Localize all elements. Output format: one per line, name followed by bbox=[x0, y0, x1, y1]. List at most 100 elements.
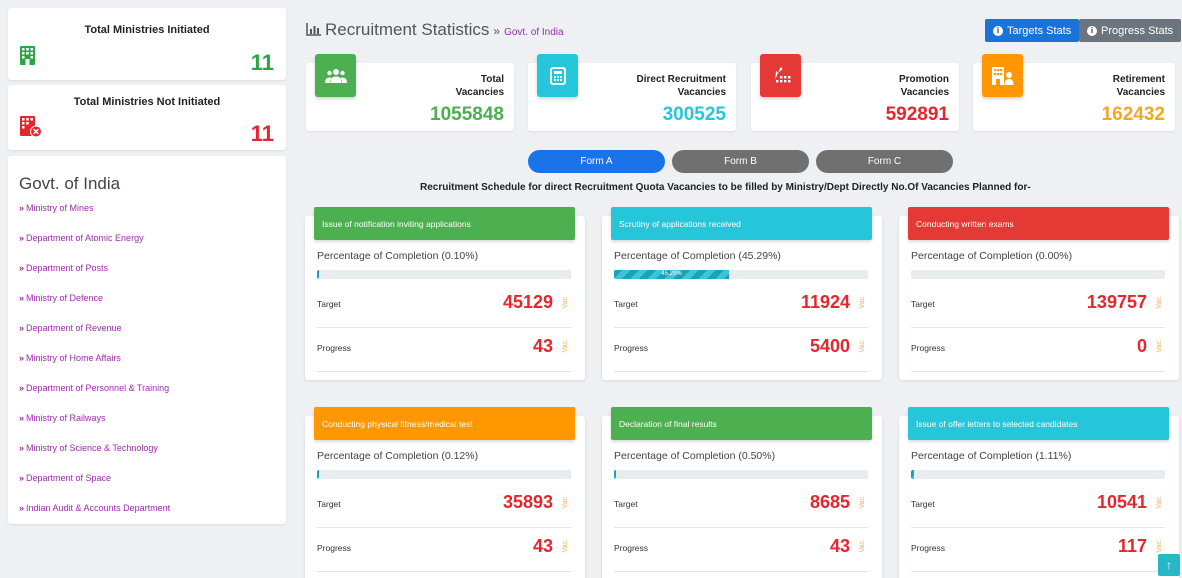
unit-label: Vac. bbox=[1156, 495, 1163, 509]
ministry-link-label: Department of Revenue bbox=[26, 323, 122, 333]
progress-row: Progress 43 Vac. bbox=[317, 328, 571, 372]
unit-label: Vac. bbox=[1156, 539, 1163, 553]
ministry-link[interactable]: » Ministry of Mines bbox=[19, 203, 170, 233]
target-value: 45129 bbox=[502, 292, 553, 312]
left-panel: Total Ministries Initiated 11 Total Mini… bbox=[0, 0, 286, 578]
arrow-up-icon: ↑ bbox=[1166, 558, 1172, 572]
task-card: Issue of notification inviting applicati… bbox=[305, 207, 585, 380]
completion-text: Percentage of Completion (0.50%) bbox=[614, 450, 776, 462]
target-row: Target 35893 Vac. bbox=[317, 484, 571, 528]
ministry-link-label: Ministry of Mines bbox=[26, 203, 94, 213]
task-title: Scrutiny of applications received bbox=[611, 207, 872, 240]
completion-text: Percentage of Completion (0.12%) bbox=[317, 450, 479, 462]
targets-stats-button[interactable]: i Targets Stats bbox=[985, 19, 1080, 42]
progress-label: Progress bbox=[614, 343, 649, 353]
tab-form-a[interactable]: Form A bbox=[528, 150, 665, 173]
unit-label: Vac. bbox=[562, 539, 569, 553]
target-value: 35893 bbox=[502, 492, 553, 512]
retirement-vacancies-card: Retirement Vacancies 162432 bbox=[973, 54, 1175, 131]
ministry-link[interactable]: » Indian Audit & Accounts Department bbox=[19, 503, 170, 533]
building-cancel-icon bbox=[20, 116, 42, 143]
double-chevron-right-icon: » bbox=[19, 443, 24, 453]
target-value: 139757 bbox=[1086, 292, 1147, 312]
label-line: Vacancies bbox=[1116, 87, 1165, 98]
task-card: Conducting physical fitness/medical test… bbox=[305, 407, 585, 578]
target-label: Target bbox=[317, 299, 341, 309]
progress-bar-fill bbox=[614, 470, 616, 479]
unit-label: Vac. bbox=[1156, 339, 1163, 353]
breadcrumb-separator: » bbox=[493, 24, 501, 38]
unit-label: Vac. bbox=[562, 295, 569, 309]
initiated-title: Total Ministries Initiated bbox=[84, 24, 210, 36]
label-line: Total bbox=[480, 74, 504, 85]
total-vacancies-card: Total Vacancies 1055848 bbox=[306, 54, 514, 131]
promotion-vacancies-value: 592891 bbox=[885, 104, 949, 125]
progress-bar: 45.29% bbox=[614, 270, 868, 279]
building-icon bbox=[20, 46, 35, 70]
scroll-to-top-button[interactable]: ↑ bbox=[1158, 554, 1180, 576]
target-value: 8685 bbox=[809, 492, 850, 512]
progress-stats-button[interactable]: i Progress Stats bbox=[1079, 19, 1182, 42]
initiated-card: Total Ministries Initiated 11 bbox=[8, 8, 286, 80]
unit-label: Vac. bbox=[562, 495, 569, 509]
task-card: Issue of offer letters to selected candi… bbox=[899, 407, 1179, 578]
breadcrumb-current: Govt. of India bbox=[504, 27, 564, 38]
progress-value: 43 bbox=[532, 536, 553, 556]
double-chevron-right-icon: » bbox=[19, 503, 24, 513]
progress-bar bbox=[317, 270, 571, 279]
double-chevron-right-icon: » bbox=[19, 203, 24, 213]
target-label: Target bbox=[614, 299, 638, 309]
ministry-link[interactable]: » Ministry of Defence bbox=[19, 293, 170, 323]
progress-row: Progress 117 Vac. bbox=[911, 528, 1165, 572]
ministry-link[interactable]: » Ministry of Science & Technology bbox=[19, 443, 170, 473]
label-line: Vacancies bbox=[677, 87, 726, 98]
task-card: Conducting written exams Percentage of C… bbox=[899, 207, 1179, 380]
ministry-link[interactable]: » Department of Atomic Energy bbox=[19, 233, 170, 263]
ministry-link[interactable]: » Department of Space bbox=[19, 473, 170, 503]
completion-text: Percentage of Completion (0.10%) bbox=[317, 250, 479, 262]
target-row: Target 45129 Vac. bbox=[317, 284, 571, 328]
progress-row: Progress 43 Vac. bbox=[614, 528, 868, 572]
task-title: Declaration of final results bbox=[611, 407, 872, 440]
unit-label: Vac. bbox=[1156, 295, 1163, 309]
double-chevron-right-icon: » bbox=[19, 263, 24, 273]
target-row: Target 11924 Vac. bbox=[614, 284, 868, 328]
unit-label: Vac. bbox=[859, 539, 866, 553]
unit-label: Vac. bbox=[859, 339, 866, 353]
info-icon: i bbox=[1087, 25, 1097, 36]
tab-form-c[interactable]: Form C bbox=[816, 150, 953, 173]
ministry-link-label: Ministry of Railways bbox=[26, 413, 106, 423]
progress-label: Progress bbox=[317, 543, 352, 553]
double-chevron-right-icon: » bbox=[19, 293, 24, 303]
ministry-link-label: Ministry of Home Affairs bbox=[26, 353, 121, 363]
not-initiated-title: Total Ministries Not Initiated bbox=[73, 96, 221, 108]
task-title: Conducting written exams bbox=[908, 207, 1169, 240]
group-icon bbox=[315, 54, 356, 97]
ministry-list-panel: Govt. of India » Ministry of Mines » Depar… bbox=[8, 156, 286, 524]
ministry-link[interactable]: » Ministry of Railways bbox=[19, 413, 170, 443]
tab-form-b[interactable]: Form B bbox=[672, 150, 809, 173]
ministry-link[interactable]: » Department of Posts bbox=[19, 263, 170, 293]
target-label: Target bbox=[911, 299, 935, 309]
ministry-link[interactable]: » Department of Revenue bbox=[19, 323, 170, 353]
progress-value: 5400 bbox=[809, 336, 850, 356]
ministry-list: » Ministry of Mines » Department of Atomic… bbox=[19, 203, 170, 533]
ministry-link-label: Department of Posts bbox=[26, 263, 109, 273]
progress-bar-fill bbox=[911, 470, 914, 479]
schedule-title: Recruitment Schedule for direct Recruitm… bbox=[420, 182, 1031, 193]
double-chevron-right-icon: » bbox=[19, 353, 24, 363]
unit-label: Vac. bbox=[859, 295, 866, 309]
page-title: Recruitment Statistics» Govt. of India bbox=[306, 20, 564, 41]
target-row: Target 8685 Vac. bbox=[614, 484, 868, 528]
progress-bar-fill bbox=[317, 270, 319, 279]
ministry-link[interactable]: » Department of Personnel & Training bbox=[19, 383, 170, 413]
ministry-link[interactable]: » Ministry of Home Affairs bbox=[19, 353, 170, 383]
completion-text: Percentage of Completion (45.29%) bbox=[614, 250, 781, 262]
target-label: Target bbox=[614, 499, 638, 509]
progress-bar bbox=[614, 470, 868, 479]
ministry-link-label: Department of Personnel & Training bbox=[26, 383, 170, 393]
target-label: Target bbox=[911, 499, 935, 509]
retirement-vacancies-value: 162432 bbox=[1101, 104, 1165, 125]
direct-recruitment-card: Direct Recruitment Vacancies 300525 bbox=[528, 54, 736, 131]
promotion-vacancies-label: Promotion Vacancies bbox=[899, 73, 949, 99]
